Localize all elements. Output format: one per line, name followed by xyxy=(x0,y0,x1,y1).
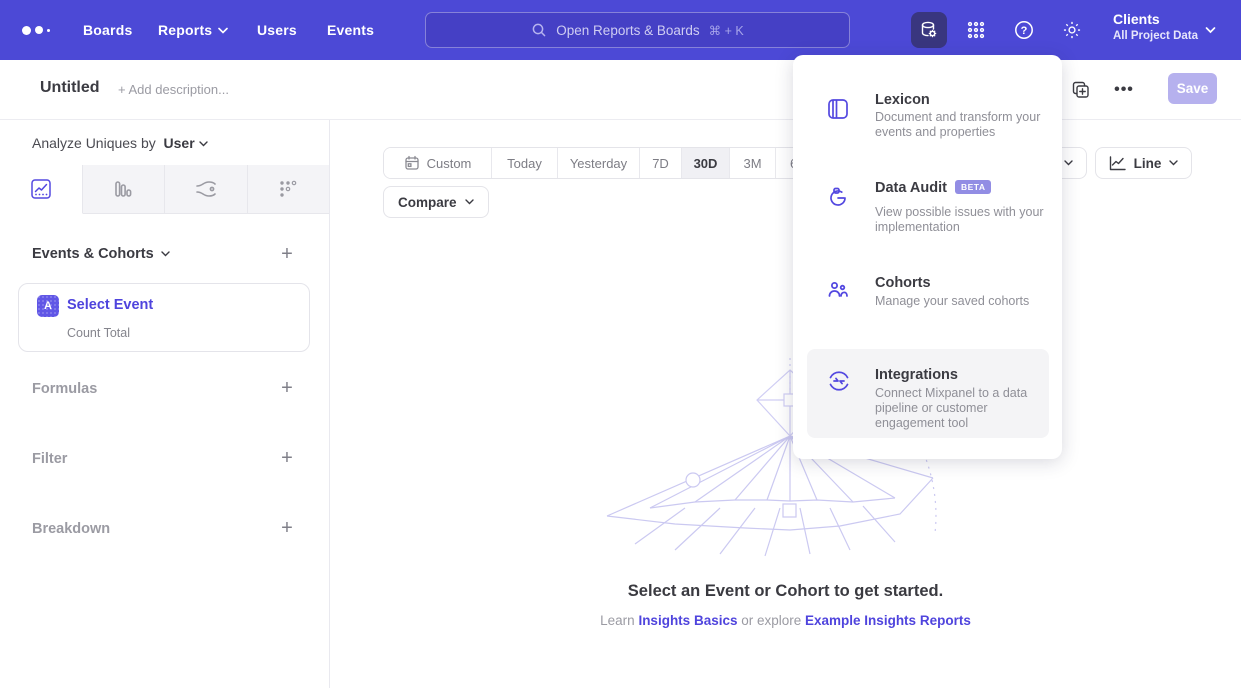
menu-item-title: Data AuditBETA xyxy=(875,180,991,196)
project-name: All Project Data xyxy=(1113,30,1198,42)
search-placeholder: Open Reports & Boards xyxy=(556,23,699,38)
svg-text:?: ? xyxy=(1021,25,1028,37)
more-options-icon[interactable]: ••• xyxy=(1110,76,1138,104)
chart-style-selector[interactable]: Line xyxy=(1095,147,1192,179)
insights-basics-link[interactable]: Insights Basics xyxy=(638,613,737,628)
nav-item-label: Boards xyxy=(83,22,132,38)
compare-button[interactable]: Compare xyxy=(383,186,489,218)
empty-state-subtitle: Learn Insights Basics or explore Example… xyxy=(330,613,1241,628)
add-description-field[interactable]: + Add description... xyxy=(118,82,229,97)
nav-item-label: Events xyxy=(327,22,374,38)
cohorts-users-icon xyxy=(826,278,850,302)
settings-gear-icon[interactable] xyxy=(1054,12,1090,48)
nav-item-label: Users xyxy=(257,22,297,38)
org-name: Clients xyxy=(1113,11,1198,27)
help-icon[interactable]: ? xyxy=(1006,12,1042,48)
search-shortcut: ⌘ + K xyxy=(709,23,744,38)
select-event-label[interactable]: Select Event xyxy=(67,297,153,313)
add-event-button[interactable]: + xyxy=(277,245,297,265)
events-cohorts-heading[interactable]: Events & Cohorts xyxy=(32,246,170,262)
example-insights-reports-link[interactable]: Example Insights Reports xyxy=(805,613,971,628)
flow-icon xyxy=(194,178,218,200)
retention-grid-icon xyxy=(277,178,299,200)
calendar-icon xyxy=(404,155,420,171)
global-search-input[interactable]: Open Reports & Boards ⌘ + K xyxy=(425,12,850,48)
beta-badge: BETA xyxy=(955,180,992,194)
query-sidebar: Analyze Uniques by User xyxy=(0,120,330,688)
nav-item-users[interactable]: Users xyxy=(257,0,297,60)
subtitle-text: Learn xyxy=(600,613,638,628)
menu-item-description: Connect Mixpanel to a data pipeline or c… xyxy=(875,386,1047,431)
count-total-label[interactable]: Count Total xyxy=(67,326,130,340)
report-title[interactable]: Untitled xyxy=(40,79,100,97)
menu-item-title: Lexicon xyxy=(875,92,930,108)
date-7d[interactable]: 7D xyxy=(640,148,682,178)
menu-item-title: Cohorts xyxy=(875,275,931,291)
event-selector-card[interactable]: A Select Event Count Total xyxy=(18,283,310,352)
date-today[interactable]: Today xyxy=(492,148,558,178)
mixpanel-logo-icon[interactable] xyxy=(22,22,58,38)
chevron-down-icon xyxy=(1205,26,1216,34)
analyze-value-dropdown[interactable]: User xyxy=(160,135,208,151)
account-switcher[interactable]: Clients All Project Data xyxy=(1113,11,1198,42)
analyze-label: Analyze Uniques by xyxy=(32,135,156,151)
nav-item-boards[interactable]: Boards xyxy=(83,0,132,60)
menu-item-title: Integrations xyxy=(875,367,958,383)
section-formulas: Formulas xyxy=(32,381,97,397)
search-icon xyxy=(531,22,547,38)
ellipsis-glyph: ••• xyxy=(1114,81,1134,99)
chevron-down-icon xyxy=(218,27,228,34)
chart-type-tabs xyxy=(0,165,329,214)
lexicon-book-icon xyxy=(826,97,850,121)
menu-item-description: Document and transform your events and p… xyxy=(875,110,1047,140)
tab-bar-chart[interactable] xyxy=(83,165,166,213)
duplicate-report-icon[interactable] xyxy=(1067,76,1095,104)
empty-state-title: Select an Event or Cohort to get started… xyxy=(330,582,1241,601)
analyze-uniques-row: Analyze Uniques by User xyxy=(32,135,208,151)
top-nav: Boards Reports Users Events Open Reports… xyxy=(0,0,1241,60)
add-formula-button[interactable]: + xyxy=(277,379,297,399)
apps-grid-icon[interactable] xyxy=(958,12,994,48)
add-filter-button[interactable]: + xyxy=(277,449,297,469)
tab-retention-grid[interactable] xyxy=(248,165,330,213)
integrations-sync-icon xyxy=(826,368,850,392)
menu-item-description: Manage your saved cohorts xyxy=(875,294,1047,309)
data-audit-icon xyxy=(826,185,850,209)
section-breakdown: Breakdown xyxy=(32,521,110,537)
line-style-icon xyxy=(1109,156,1126,171)
tab-insights-line-chart[interactable] xyxy=(0,165,83,214)
nav-item-label: Reports xyxy=(158,22,212,38)
save-button[interactable]: Save xyxy=(1168,73,1217,104)
section-filter: Filter xyxy=(32,451,67,467)
line-chart-icon xyxy=(30,178,52,200)
date-custom[interactable]: Custom xyxy=(384,148,492,178)
date-range-selector: Custom Today Yesterday 7D 30D 3M 6M xyxy=(383,147,823,179)
event-letter-badge: A xyxy=(37,295,59,317)
date-yesterday[interactable]: Yesterday xyxy=(558,148,640,178)
menu-item-description: View possible issues with your implement… xyxy=(875,205,1047,235)
nav-item-events[interactable]: Events xyxy=(327,0,374,60)
tab-flow-chart[interactable] xyxy=(165,165,248,213)
date-3m[interactable]: 3M xyxy=(730,148,776,178)
nav-item-reports[interactable]: Reports xyxy=(158,0,228,60)
add-breakdown-button[interactable]: + xyxy=(277,519,297,539)
data-management-icon[interactable] xyxy=(911,12,947,48)
data-management-dropdown-panel: Lexicon Document and transform your even… xyxy=(793,55,1062,459)
bar-chart-icon xyxy=(112,178,134,200)
subtitle-text: or explore xyxy=(737,613,805,628)
chart-main-area: Custom Today Yesterday 7D 30D 3M 6M Comp… xyxy=(330,120,1241,688)
date-30d[interactable]: 30D xyxy=(682,148,730,178)
